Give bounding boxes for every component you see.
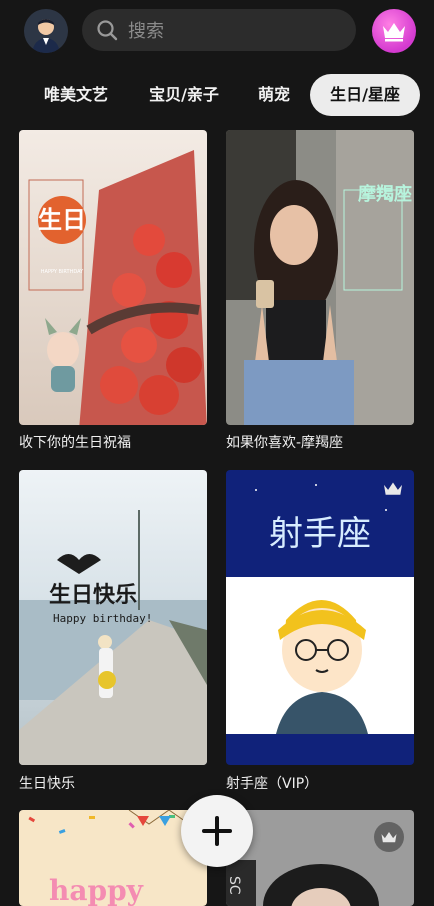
template-card-portrait-vip[interactable]: SC bbox=[226, 810, 414, 906]
card-caption: 如果你喜欢-摩羯座 bbox=[226, 435, 344, 451]
category-tabs: 唯美文艺 宝贝/亲子 萌宠 生日/星座 bbox=[0, 74, 434, 118]
card-art-title: 射手座 bbox=[269, 514, 371, 554]
tab-birthday-zodiac[interactable]: 生日/星座 bbox=[310, 74, 420, 116]
card-art-subtitle: HAPPY BIRTHDAY bbox=[41, 269, 84, 275]
user-avatar[interactable] bbox=[24, 9, 68, 53]
card-thumbnail: 生日快乐 Happy birthday! bbox=[19, 470, 207, 765]
tab-pets[interactable]: 萌宠 bbox=[244, 74, 304, 116]
card-thumbnail: 摩羯座 bbox=[226, 130, 414, 425]
card-art-title: 摩羯座 bbox=[358, 183, 412, 205]
card-art-title: happy bbox=[49, 874, 144, 906]
card-thumbnail: happy bbox=[19, 810, 207, 906]
tab-aesthetic[interactable]: 唯美文艺 bbox=[26, 74, 126, 116]
search-icon bbox=[97, 20, 118, 41]
template-card-birthday-wishes[interactable]: 生日 HAPPY BIRTHDAY bbox=[19, 130, 207, 425]
top-bar: 搜索 bbox=[0, 0, 434, 64]
template-card-confetti[interactable]: happy bbox=[19, 810, 207, 906]
create-button[interactable] bbox=[181, 795, 253, 867]
card-art-subtitle: Happy birthday! bbox=[53, 612, 152, 625]
crown-icon bbox=[381, 831, 397, 842]
card-thumbnail: 生日 HAPPY BIRTHDAY bbox=[19, 130, 207, 425]
card-art-title: 生日 bbox=[38, 205, 86, 234]
card-art-title: SC bbox=[226, 876, 242, 895]
search-placeholder: 搜索 bbox=[128, 21, 164, 42]
vip-crown-badge bbox=[382, 480, 404, 502]
crown-icon bbox=[384, 482, 402, 495]
crown-icon bbox=[383, 23, 405, 42]
card-thumbnail: 射手座 bbox=[226, 470, 414, 765]
plus-icon-vertical bbox=[215, 816, 219, 846]
template-card-happy-birthday[interactable]: 生日快乐 Happy birthday! bbox=[19, 470, 207, 765]
card-caption: 收下你的生日祝福 bbox=[19, 435, 131, 451]
card-art-title: 生日快乐 bbox=[49, 583, 137, 608]
avatar-icon bbox=[24, 9, 68, 53]
vip-button[interactable] bbox=[372, 9, 416, 53]
card-caption: 射手座（VIP） bbox=[226, 776, 319, 792]
template-card-capricorn[interactable]: 摩羯座 bbox=[226, 130, 414, 425]
search-bar[interactable]: 搜索 bbox=[82, 9, 356, 51]
card-caption: 生日快乐 bbox=[19, 776, 75, 792]
tab-baby-family[interactable]: 宝贝/亲子 bbox=[136, 74, 232, 116]
vip-crown-badge bbox=[374, 822, 404, 852]
template-card-sagittarius-vip[interactable]: 射手座 bbox=[226, 470, 414, 765]
